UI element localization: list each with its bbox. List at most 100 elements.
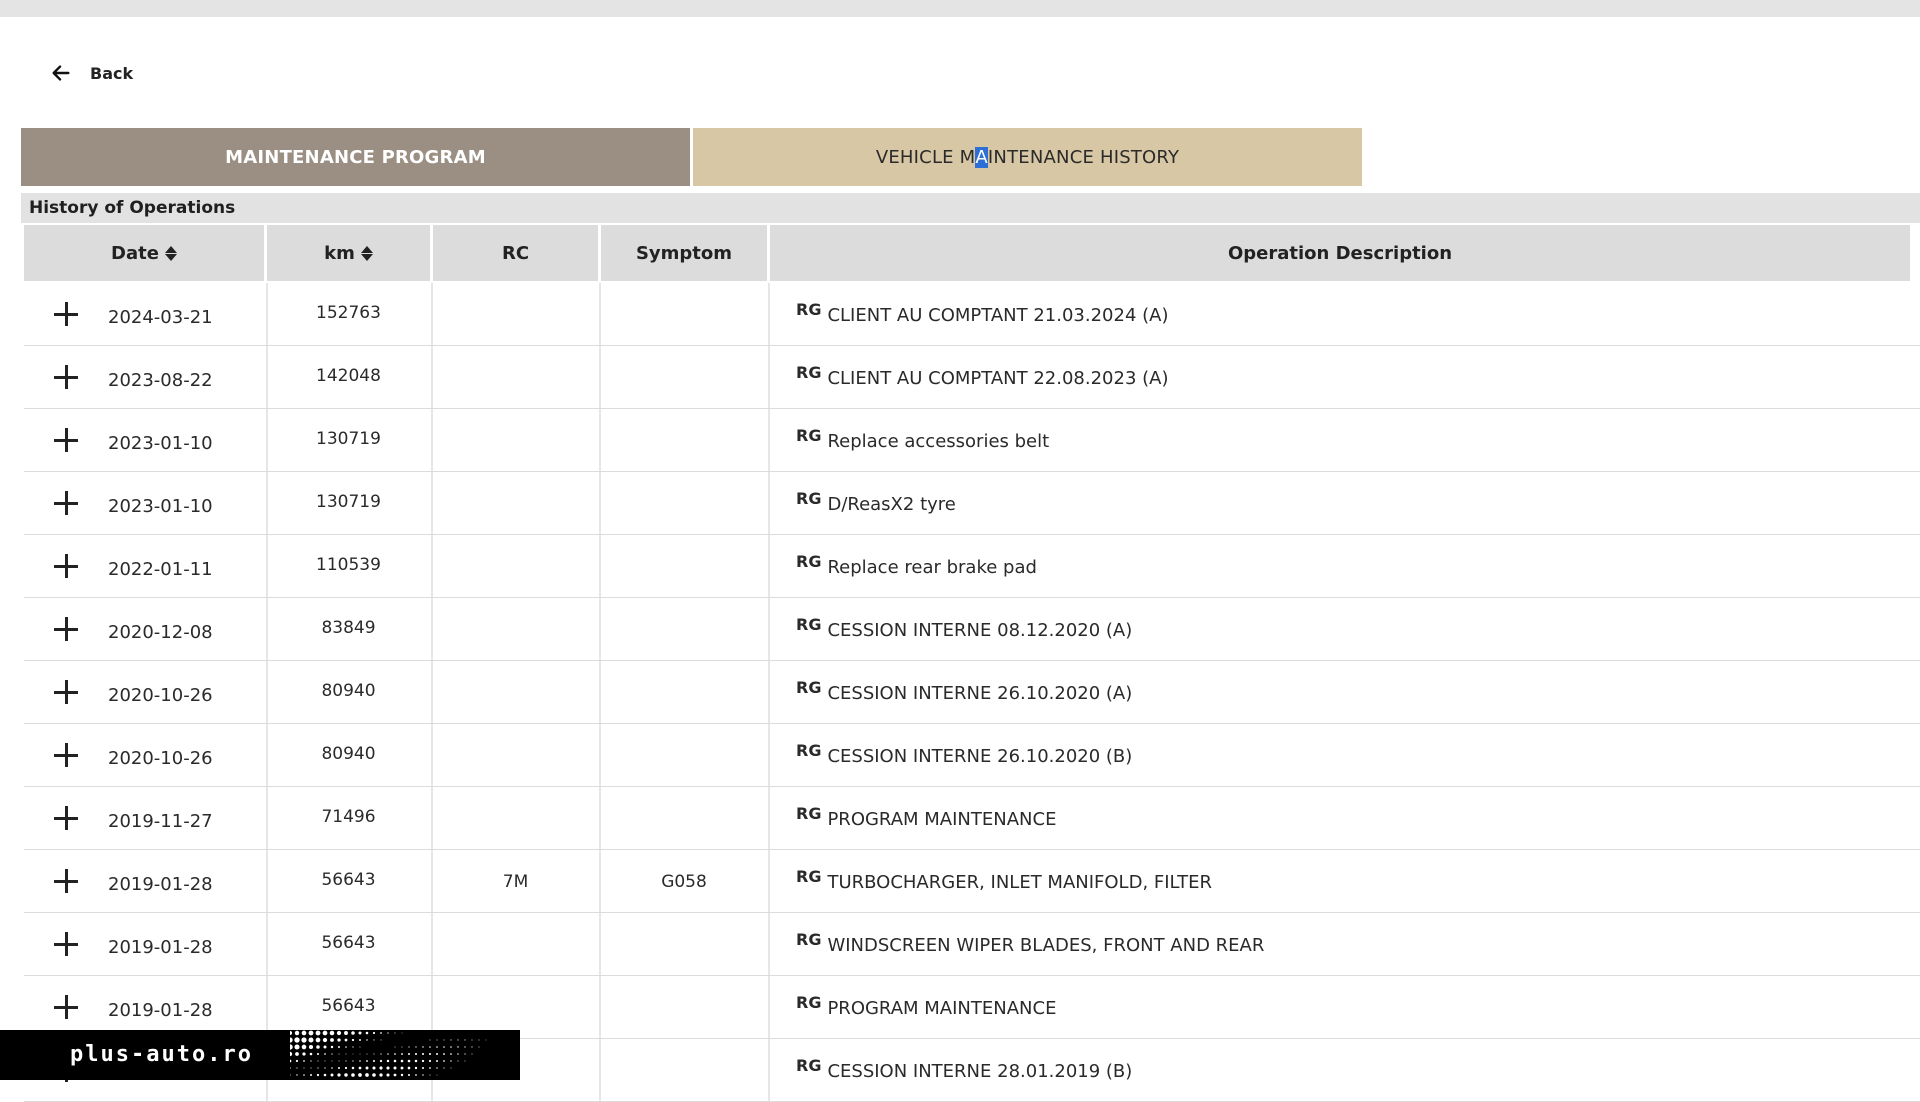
cell-description: RG Replace accessories belt — [796, 426, 1896, 452]
table-row: 2020-10-26 80940 RG CESSION INTERNE 26.10.2… — [24, 661, 1920, 724]
cell-km: 80940 — [321, 744, 376, 764]
expand-plus-icon[interactable] — [54, 995, 78, 1019]
cell-km: 142048 — [316, 366, 381, 386]
cell-rc: 7M — [502, 872, 529, 892]
cell-date: 2020-10-26 — [108, 685, 213, 706]
cell-date: 2019-01-28 — [108, 937, 213, 958]
tab-bar: MAINTENANCE PROGRAM VEHICLE MAINTENANCE … — [21, 128, 1362, 186]
cell-description: RG Replace rear brake pad — [796, 552, 1896, 578]
cell-description: RG CLIENT AU COMPTANT 22.08.2023 (A) — [796, 363, 1896, 389]
expand-plus-icon[interactable] — [54, 302, 78, 326]
expand-plus-icon[interactable] — [54, 932, 78, 956]
section-title: History of Operations — [21, 193, 1920, 223]
expand-plus-icon[interactable] — [54, 680, 78, 704]
cell-description: RG CESSION INTERNE 08.12.2020 (A) — [796, 615, 1896, 641]
expand-plus-icon[interactable] — [54, 617, 78, 641]
description-text: Replace accessories belt — [827, 431, 1050, 452]
cell-description: RG CLIENT AU COMPTANT 21.03.2024 (A) — [796, 300, 1896, 326]
expand-plus-icon[interactable] — [54, 428, 78, 452]
tag-badge: RG — [796, 804, 822, 823]
cell-description: RG PROGRAM MAINTENANCE — [796, 993, 1896, 1019]
cell-description: RG CESSION INTERNE 26.10.2020 (B) — [796, 741, 1896, 767]
table-row: 2022-01-11 110539 RG Replace rear brake pad — [24, 535, 1920, 598]
expand-plus-icon[interactable] — [54, 554, 78, 578]
expand-plus-icon[interactable] — [54, 806, 78, 830]
cell-symptom: G058 — [661, 872, 707, 892]
tab-vehicle-maintenance-history[interactable]: VEHICLE MAINTENANCE HISTORY — [693, 128, 1362, 186]
tag-badge: RG — [796, 552, 822, 571]
cell-description: RG D/ReasX2 tyre — [796, 489, 1896, 515]
watermark-text: plus-auto.ro — [70, 1042, 253, 1067]
tag-badge: RG — [796, 489, 822, 508]
cell-description: RG TURBOCHARGER, INLET MANIFOLD, FILTER — [796, 867, 1896, 893]
table-row: 2019-11-27 71496 RG PROGRAM MAINTENANCE — [24, 787, 1920, 850]
table-row: 2024-03-21 152763 RG CLIENT AU COMPTANT 21.… — [24, 283, 1920, 346]
column-header-date[interactable]: Date — [24, 225, 264, 281]
table-row: 2023-01-10 130719 RG Replace accessories be… — [24, 409, 1920, 472]
tab-label: MAINTENANCE PROGRAM — [225, 146, 486, 168]
tag-badge: RG — [796, 615, 822, 634]
sort-icon[interactable] — [360, 245, 373, 261]
top-bar — [0, 0, 1920, 17]
description-text: WINDSCREEN WIPER BLADES, FRONT AND REAR — [827, 935, 1265, 956]
arrow-left-icon — [52, 65, 70, 81]
cell-date: 2020-10-26 — [108, 748, 213, 769]
description-text: PROGRAM MAINTENANCE — [827, 998, 1057, 1019]
table-row: 2023-08-22 142048 RG CLIENT AU COMPTANT 22.… — [24, 346, 1920, 409]
tag-badge: RG — [796, 867, 822, 886]
cell-km: 56643 — [321, 996, 376, 1016]
column-header-description: Operation Description — [770, 225, 1910, 281]
expand-plus-icon[interactable] — [54, 869, 78, 893]
cell-description: RG CESSION INTERNE 26.10.2020 (A) — [796, 678, 1896, 704]
cell-description: RG WINDSCREEN WIPER BLADES, FRONT AND REA… — [796, 930, 1896, 956]
column-header-symptom: Symptom — [601, 225, 767, 281]
cell-description: RG PROGRAM MAINTENANCE — [796, 804, 1896, 830]
table-row: 2019-01-28 56643 7M G058 RG TURBOCHARGER, INL… — [24, 850, 1920, 913]
table-header: Date km RC Symptom Operation Description — [24, 225, 1910, 281]
cell-date: 2024-03-21 — [108, 307, 213, 328]
tab-label: VEHICLE MAINTENANCE HISTORY — [875, 146, 1180, 168]
cell-km: 152763 — [316, 303, 381, 323]
tag-badge: RG — [796, 300, 822, 319]
tag-badge: RG — [796, 930, 822, 949]
description-text: PROGRAM MAINTENANCE — [827, 809, 1057, 830]
sort-icon[interactable] — [164, 245, 177, 261]
cell-km: 71496 — [321, 807, 376, 827]
description-text: CESSION INTERNE 28.01.2019 (B) — [827, 1061, 1133, 1082]
back-button[interactable]: Back — [50, 58, 133, 88]
column-header-km[interactable]: km — [267, 225, 430, 281]
table-body: 2024-03-21 152763 RG CLIENT AU COMPTANT 21.… — [24, 283, 1920, 1102]
cell-km: 56643 — [321, 870, 376, 890]
expand-plus-icon[interactable] — [54, 365, 78, 389]
description-text: TURBOCHARGER, INLET MANIFOLD, FILTER — [827, 872, 1212, 893]
cell-date: 2019-01-28 — [108, 874, 213, 895]
halftone-pattern-icon — [290, 1030, 487, 1077]
cell-km: 80940 — [321, 681, 376, 701]
cell-date: 2023-01-10 — [108, 496, 213, 517]
description-text: CLIENT AU COMPTANT 22.08.2023 (A) — [827, 368, 1169, 389]
table-row: 2020-10-26 80940 RG CESSION INTERNE 26.10.2… — [24, 724, 1920, 787]
tag-badge: RG — [796, 678, 822, 697]
cell-date: 2022-01-11 — [108, 559, 213, 580]
expand-plus-icon[interactable] — [54, 743, 78, 767]
cell-km: 130719 — [316, 492, 381, 512]
back-label: Back — [90, 63, 134, 83]
tag-badge: RG — [796, 363, 822, 382]
cell-km: 130719 — [316, 429, 381, 449]
cell-km: 110539 — [316, 555, 381, 575]
table-row: 2023-01-10 130719 RG D/ReasX2 tyre — [24, 472, 1920, 535]
cell-date: 2023-08-22 — [108, 370, 213, 391]
tag-badge: RG — [796, 741, 822, 760]
description-text: CESSION INTERNE 08.12.2020 (A) — [827, 620, 1133, 641]
description-text: D/ReasX2 tyre — [827, 494, 956, 515]
tag-badge: RG — [796, 993, 822, 1012]
description-text: Replace rear brake pad — [827, 557, 1037, 578]
table-row: 2020-12-08 83849 RG CESSION INTERNE 08.12.2… — [24, 598, 1920, 661]
column-header-rc: RC — [433, 225, 598, 281]
tab-maintenance-program[interactable]: MAINTENANCE PROGRAM — [21, 128, 690, 186]
cell-km: 83849 — [321, 618, 376, 638]
cell-description: RG CESSION INTERNE 28.01.2019 (B) — [796, 1056, 1896, 1082]
cell-date: 2019-11-27 — [108, 811, 213, 832]
cell-date: 2019-01-28 — [108, 1000, 213, 1021]
expand-plus-icon[interactable] — [54, 491, 78, 515]
